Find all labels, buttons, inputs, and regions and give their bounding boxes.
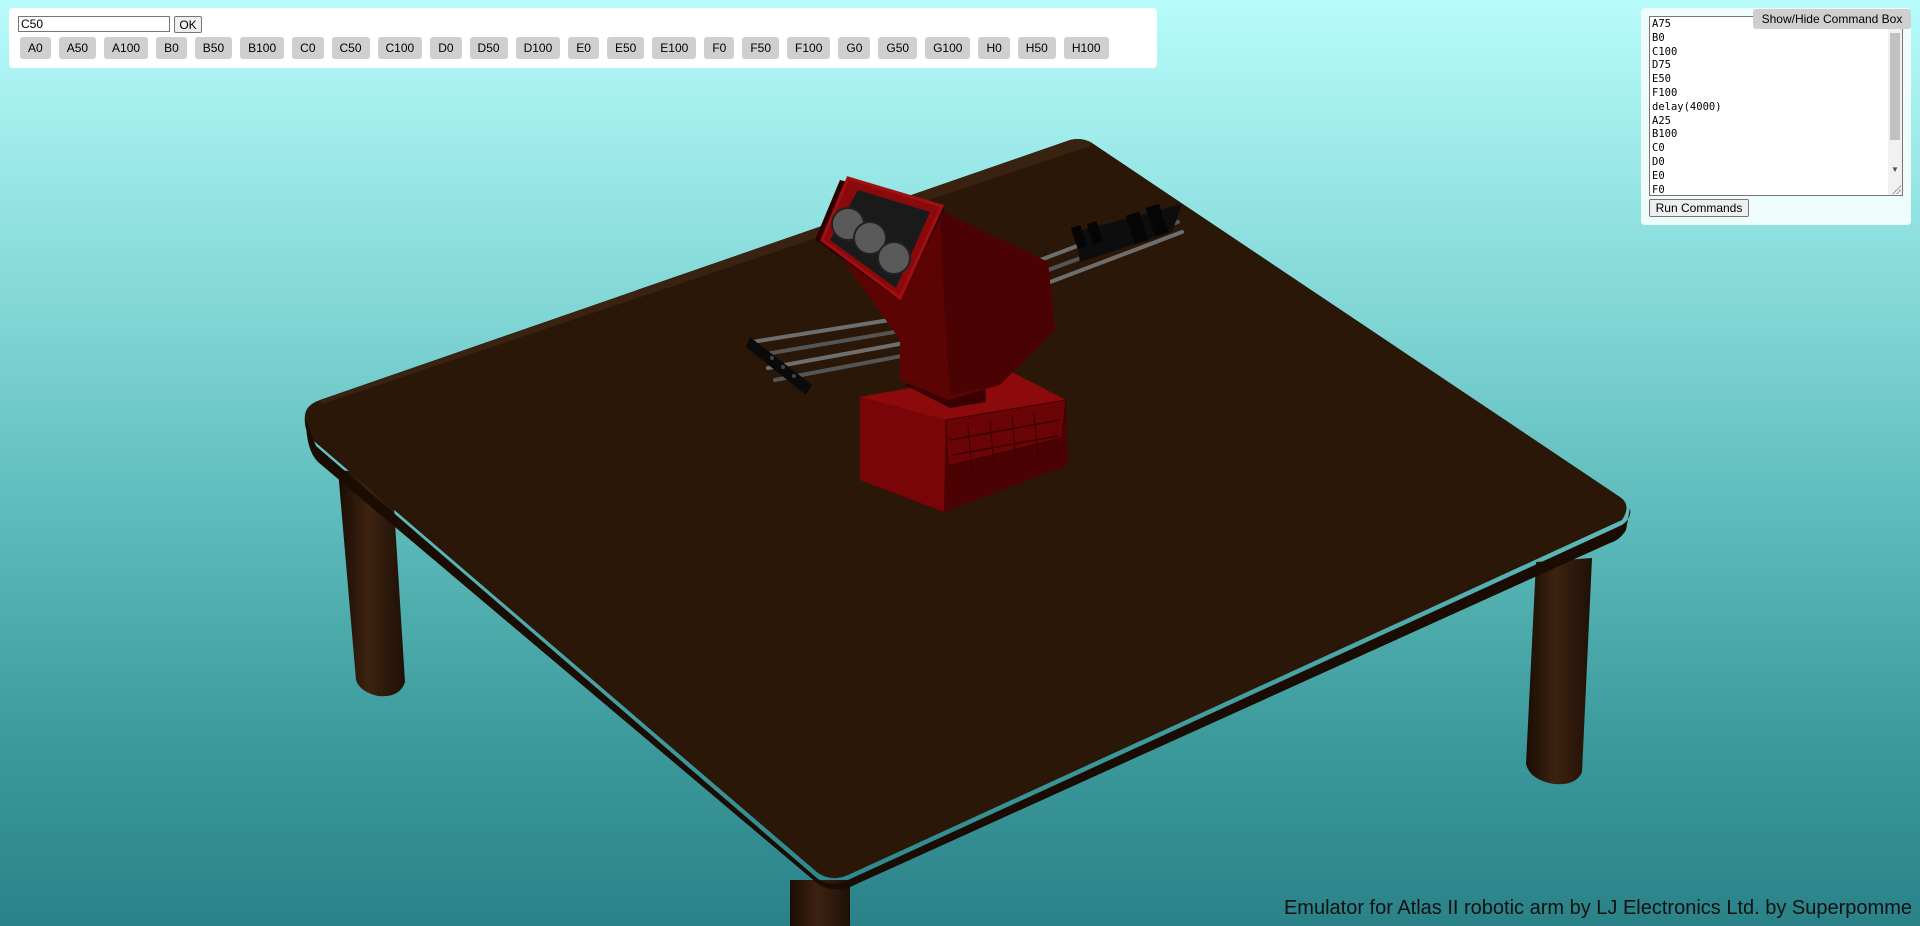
preset-button-d50[interactable]: D50 (469, 37, 508, 59)
command-line: delay(4000) (1652, 100, 1722, 113)
preset-button-d100[interactable]: D100 (515, 37, 561, 59)
scroll-thumb[interactable] (1890, 33, 1900, 140)
command-input[interactable] (18, 16, 170, 32)
preset-button-d0[interactable]: D0 (430, 37, 462, 59)
resize-grip-icon[interactable] (1891, 184, 1901, 194)
command-textarea[interactable]: A75 B0 C100 D75 E50 F100 delay(4000) A25… (1649, 16, 1903, 196)
preset-button-f0[interactable]: F0 (704, 37, 735, 59)
preset-button-f100[interactable]: F100 (787, 37, 831, 59)
run-commands-button[interactable]: Run Commands (1649, 199, 1749, 217)
preset-button-a100[interactable]: A100 (104, 37, 149, 59)
preset-buttons: A0 A50 A100 B0 B50 B100 C0 C50 C100 D0 D… (20, 37, 1109, 59)
command-line: F0 (1652, 183, 1665, 196)
preset-button-c50[interactable]: C50 (331, 37, 370, 59)
preset-button-e100[interactable]: E100 (652, 37, 697, 59)
preset-button-h0[interactable]: H0 (978, 37, 1010, 59)
command-line: A25 (1652, 114, 1671, 127)
command-line: E50 (1652, 73, 1671, 86)
preset-button-g0[interactable]: G0 (838, 37, 871, 59)
preset-button-f50[interactable]: F50 (742, 37, 780, 59)
preset-button-e0[interactable]: E0 (568, 37, 599, 59)
ok-button[interactable]: OK (174, 16, 202, 33)
preset-button-e50[interactable]: E50 (606, 37, 645, 59)
preset-button-g50[interactable]: G50 (878, 37, 918, 59)
robot-scene[interactable] (0, 0, 1920, 926)
preset-button-g100[interactable]: G100 (925, 37, 971, 59)
command-line: E0 (1652, 169, 1665, 182)
command-line: D0 (1652, 155, 1665, 168)
command-line: C100 (1652, 45, 1678, 58)
preset-button-h100[interactable]: H100 (1063, 37, 1109, 59)
scroll-down-arrow-icon[interactable]: ▼ (1888, 163, 1902, 177)
preset-button-b100[interactable]: B100 (240, 37, 285, 59)
credit-text: Emulator for Atlas II robotic arm by LJ … (1283, 897, 1912, 919)
textarea-scrollbar[interactable]: ▲ ▼ (1888, 17, 1902, 195)
command-lines: A75 B0 C100 D75 E50 F100 delay(4000) A25… (1650, 17, 1902, 196)
command-line: D75 (1652, 59, 1671, 72)
preset-button-b0[interactable]: B0 (156, 37, 187, 59)
preset-button-h50[interactable]: H50 (1017, 37, 1056, 59)
command-line: C0 (1652, 142, 1665, 155)
preset-button-a50[interactable]: A50 (58, 37, 97, 59)
command-line: B0 (1652, 31, 1665, 44)
preset-button-a0[interactable]: A0 (20, 37, 51, 59)
command-line: B100 (1652, 128, 1678, 141)
preset-button-c0[interactable]: C0 (292, 37, 324, 59)
toggle-command-box-button[interactable]: Show/Hide Command Box (1753, 9, 1911, 29)
command-line: F100 (1652, 86, 1678, 99)
preset-button-c100[interactable]: C100 (377, 37, 423, 59)
preset-button-b50[interactable]: B50 (194, 37, 233, 59)
control-panel: OK A0 A50 A100 B0 B50 B100 C0 C50 C100 D… (9, 8, 1157, 68)
